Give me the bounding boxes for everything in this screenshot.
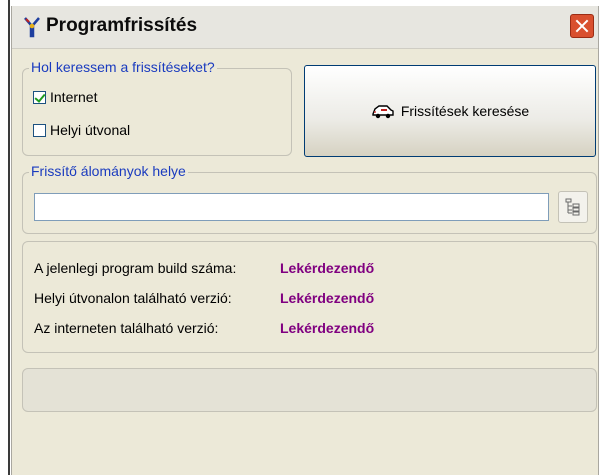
- internet-checkbox[interactable]: [33, 90, 46, 104]
- window-title: Programfrissítés: [46, 15, 198, 36]
- search-updates-button[interactable]: Frissítések keresése: [304, 65, 596, 157]
- folder-tree-icon: [565, 198, 580, 216]
- left-edge: [0, 0, 11, 475]
- internet-option[interactable]: Internet: [33, 89, 97, 105]
- program-update-icon: [24, 17, 40, 38]
- local-version-label: Helyi útvonalon található verzió:: [34, 290, 232, 306]
- close-button[interactable]: [570, 14, 594, 38]
- local-version-value: Lekérdezendő: [280, 290, 375, 306]
- search-updates-label: Frissítések keresése: [400, 103, 530, 119]
- car-icon: [372, 105, 394, 119]
- internet-label: Internet: [50, 89, 98, 105]
- title-bar: Programfrissítés: [12, 6, 598, 49]
- program-update-window: Programfrissítés Hol keressem a frissíté…: [11, 6, 599, 475]
- update-files-legend: Frissítő álományok helye: [29, 163, 188, 179]
- update-path-input[interactable]: [34, 193, 549, 221]
- build-number-label: A jelenlegi program build száma:: [34, 260, 237, 276]
- status-bar: [22, 368, 597, 412]
- local-path-option[interactable]: Helyi útvonal: [33, 122, 130, 138]
- search-location-legend: Hol keressem a frissítéseket?: [29, 59, 217, 75]
- search-location-group: Hol keressem a frissítéseket? Internet H…: [22, 59, 292, 156]
- local-path-label: Helyi útvonal: [50, 122, 131, 138]
- local-path-checkbox[interactable]: [33, 123, 46, 137]
- browse-button[interactable]: [558, 191, 588, 223]
- build-number-value: Lekérdezendő: [280, 260, 375, 276]
- internet-version-label: Az interneten található verzió:: [34, 320, 219, 336]
- internet-version-value: Lekérdezendő: [280, 320, 375, 336]
